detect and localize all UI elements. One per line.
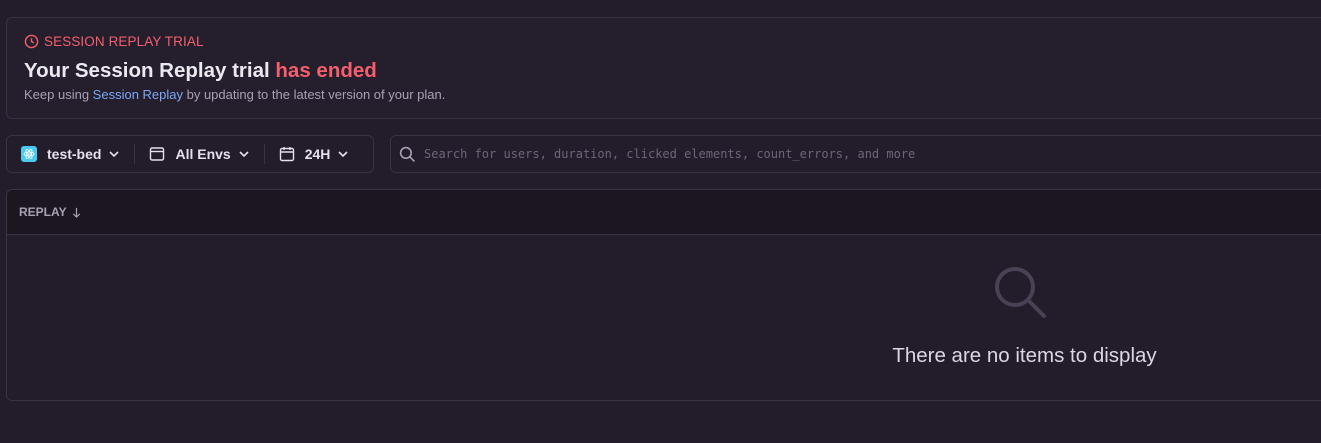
filter-bar: test-bed All Envs 24H (6, 135, 374, 173)
banner-title-main: Your Session Replay trial (24, 59, 276, 82)
arrow-down-icon (72, 207, 80, 218)
calendar-icon (279, 147, 294, 162)
replay-column-label: REPLAY (19, 205, 67, 219)
banner-title: Your Session Replay trial has ended (24, 59, 377, 83)
banner-description: Keep using Session Replay by updating to… (24, 87, 445, 102)
magnifier-icon (995, 267, 1046, 318)
search-bar[interactable] (390, 135, 1321, 173)
trial-ended-banner: SESSION REPLAY TRIAL Your Session Replay… (6, 17, 1321, 119)
chevron-down-icon (109, 151, 120, 158)
chevron-down-icon (239, 151, 249, 158)
empty-message: There are no items to display (892, 344, 1157, 367)
chevron-down-icon (338, 151, 348, 158)
project-filter-button[interactable]: test-bed (7, 136, 134, 172)
date-range-filter-label: 24H (304, 146, 331, 162)
search-input[interactable] (424, 147, 1304, 161)
replay-column-header[interactable]: REPLAY (19, 205, 82, 219)
search-icon (399, 146, 415, 162)
banner-desc-prefix: Keep using (24, 87, 93, 102)
banner-title-accent: has ended (275, 59, 377, 82)
table-header: REPLAY (7, 190, 1321, 235)
environment-filter-button[interactable]: All Envs (135, 136, 263, 172)
empty-state: There are no items to display (7, 236, 1321, 400)
replay-table: REPLAY There are no items to display (6, 189, 1321, 401)
environment-filter-label: All Envs (175, 146, 231, 162)
project-filter-label: test-bed (47, 146, 102, 162)
react-icon (21, 146, 37, 162)
banner-tag-label: SESSION REPLAY TRIAL (44, 34, 204, 49)
date-range-filter-button[interactable]: 24H (265, 136, 364, 172)
window-icon (150, 147, 165, 161)
banner-desc-suffix: by updating to the latest version of you… (183, 87, 446, 102)
banner-tag: SESSION REPLAY TRIAL (24, 34, 204, 49)
session-replay-link[interactable]: Session Replay (93, 87, 183, 102)
clock-icon (24, 34, 39, 49)
